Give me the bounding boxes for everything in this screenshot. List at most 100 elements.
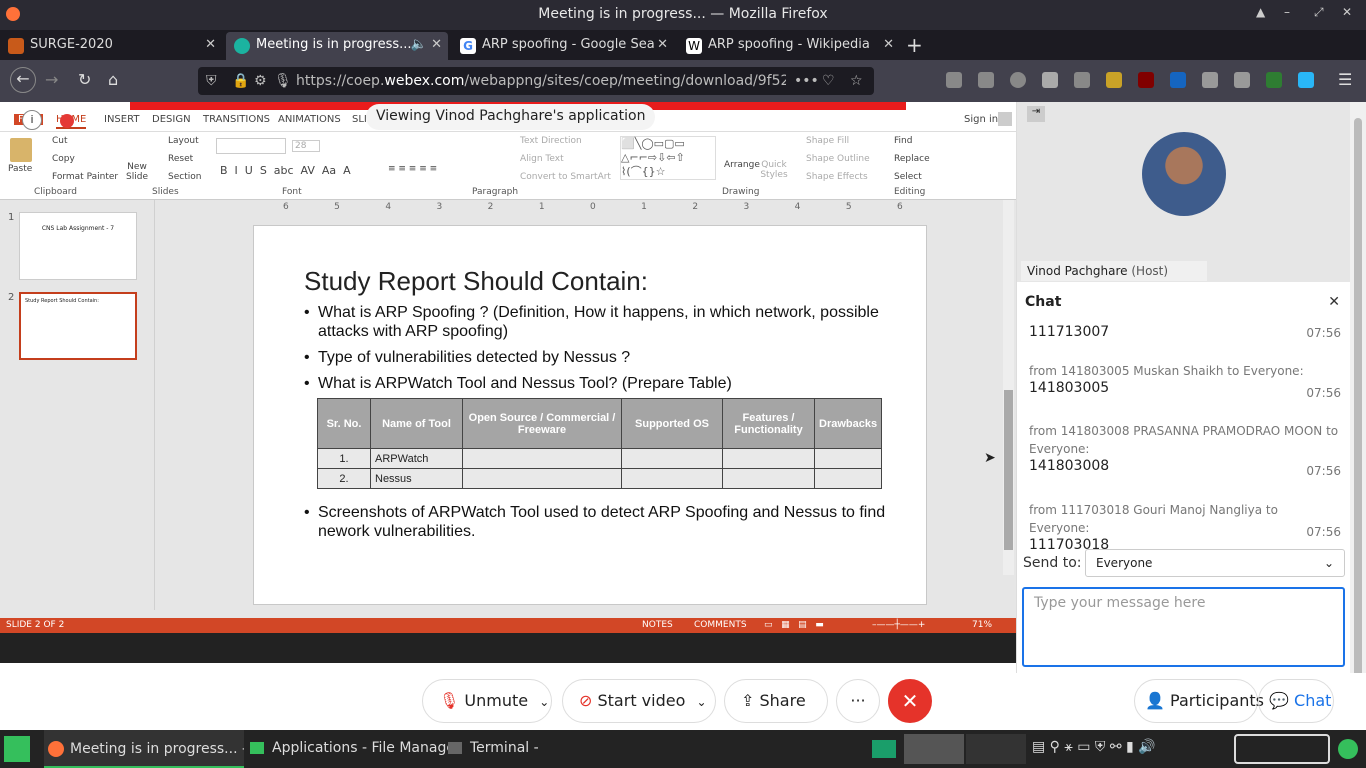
format-painter-button[interactable]: Format Painter — [52, 172, 118, 182]
workspace-3-icon[interactable] — [966, 734, 1026, 764]
paste-button[interactable]: Paste — [8, 164, 32, 174]
leave-meeting-button[interactable]: ✕ — [888, 679, 932, 723]
text-direction-button[interactable]: Text Direction — [520, 136, 582, 146]
select-button[interactable]: Select — [894, 172, 922, 182]
copy-button[interactable]: Copy — [52, 154, 75, 164]
permissions-icon[interactable]: ⚙ — [254, 67, 267, 95]
slide-thumbnail-2[interactable]: Study Report Should Contain: — [19, 292, 137, 360]
arrange-button[interactable]: Arrange — [724, 160, 760, 170]
skype-icon[interactable] — [1074, 72, 1090, 88]
shape-outline-button[interactable]: Shape Outline — [806, 154, 870, 164]
font-style-buttons[interactable]: B I U S abc AV Aa A — [220, 164, 351, 177]
participants-button[interactable]: 👤 Participants — [1134, 679, 1264, 723]
more-options-button[interactable]: ··· — [836, 679, 880, 723]
chevron-down-icon[interactable]: ⌄ — [539, 695, 549, 709]
section-button[interactable]: Section — [168, 172, 201, 182]
close-tab-icon[interactable]: ✕ — [205, 32, 216, 58]
cut-button[interactable]: Cut — [52, 136, 68, 146]
lock-icon[interactable]: 🔒 — [232, 67, 249, 95]
trash-icon[interactable] — [1202, 72, 1218, 88]
s-extension-icon[interactable] — [1170, 72, 1186, 88]
taskbar-item-firefox[interactable]: Meeting is in progress... - ... — [44, 730, 244, 768]
home-icon[interactable]: ⌂ — [108, 70, 118, 89]
close-tab-icon[interactable]: ✕ — [657, 32, 668, 58]
slide-thumbnail-1[interactable]: CNS Lab Assignment - 7 — [19, 212, 137, 280]
notes-button[interactable]: NOTES — [642, 620, 673, 630]
window-minimize-button[interactable]: – — [1284, 5, 1290, 19]
power-icon[interactable] — [1338, 739, 1358, 759]
pocket-icon[interactable]: ♡ — [822, 67, 835, 95]
send-to-select[interactable]: Everyone ⌄ — [1085, 549, 1345, 577]
collapse-icon[interactable]: ⇥ — [1027, 106, 1045, 122]
tab-insert[interactable]: INSERT — [104, 114, 139, 125]
font-size-box[interactable]: 28 — [292, 140, 320, 152]
zoom-slider[interactable]: –——┼——+ — [872, 620, 925, 630]
tab-google[interactable]: G ARP spoofing - Google Sea ✕ — [452, 32, 674, 60]
menu-icon[interactable]: ☰ — [1338, 70, 1352, 89]
reload-icon[interactable]: ↻ — [78, 70, 91, 89]
page-scrollbar[interactable] — [1350, 102, 1366, 730]
forward-icon[interactable]: → — [45, 70, 58, 89]
reset-button[interactable]: Reset — [168, 154, 193, 164]
account-icon[interactable] — [1010, 72, 1026, 88]
bookmark-star-icon[interactable]: ☆ — [850, 67, 863, 95]
paste-icon[interactable] — [10, 138, 32, 162]
paragraph-align-buttons[interactable]: ≡ ≡ ≡ ≡ ≡ — [388, 164, 437, 174]
close-tab-icon[interactable]: ✕ — [883, 32, 894, 58]
url-bar[interactable]: ⛨ 🔒 ⚙ 🎙 https://coep.webex.com/webappng/… — [198, 67, 874, 95]
taskbar-item-file-manager[interactable]: Applications - File Manager — [250, 740, 461, 756]
crop-icon[interactable] — [1234, 72, 1250, 88]
convert-smartart-button[interactable]: Convert to SmartArt — [520, 172, 611, 182]
url-text[interactable]: https://coep.webex.com/webappng/sites/co… — [296, 67, 786, 95]
workspace-1-icon[interactable] — [872, 740, 896, 758]
slide-scrollbar[interactable] — [1003, 200, 1014, 575]
scroll-thumb[interactable] — [1354, 118, 1362, 698]
shape-fill-button[interactable]: Shape Fill — [806, 136, 849, 146]
view-buttons[interactable]: ▭ ▦ ▤ ▬ — [764, 620, 824, 630]
comments-button[interactable]: COMMENTS — [694, 620, 747, 630]
close-icon[interactable]: ✕ — [1328, 294, 1340, 310]
window-close-button[interactable]: ✕ — [1342, 5, 1352, 19]
signin-link[interactable]: Sign in — [964, 114, 998, 125]
chevron-down-icon[interactable]: ⌄ — [696, 695, 706, 709]
workspace-2-icon[interactable] — [904, 734, 964, 764]
tab-animations[interactable]: ANIMATIONS — [278, 114, 341, 125]
window-maximize-button[interactable]: ⤢ — [1314, 5, 1324, 20]
quick-styles-button[interactable]: Quick Styles — [760, 160, 788, 180]
shapes-gallery[interactable]: ⬜╲◯▭▢▭ △⌐⌐⇨⇩⇦⇧ ⌇(⌒{}☆ — [620, 136, 716, 180]
back-icon[interactable]: ← — [10, 67, 36, 93]
replace-button[interactable]: Replace — [894, 154, 930, 164]
shield-icon[interactable]: ⛨ — [206, 67, 217, 95]
chat-message-input[interactable]: Type your message here — [1022, 587, 1345, 667]
taskbar-item-terminal[interactable]: Terminal - — [448, 740, 539, 756]
scroll-thumb[interactable] — [1004, 390, 1013, 550]
align-text-button[interactable]: Align Text — [520, 154, 564, 164]
info-icon[interactable]: i — [22, 110, 42, 130]
pen-extension-icon[interactable] — [1106, 72, 1122, 88]
microphone-icon[interactable]: 🎙 — [274, 67, 292, 95]
extensions-icon[interactable] — [1042, 72, 1058, 88]
find-button[interactable]: Find — [894, 136, 912, 146]
close-tab-icon[interactable]: 🔈 ✕ — [411, 32, 442, 58]
ublock-icon[interactable] — [1138, 72, 1154, 88]
window-up-icon[interactable]: ▲ — [1256, 5, 1265, 19]
font-name-box[interactable] — [216, 138, 286, 154]
tab-design[interactable]: DESIGN — [152, 114, 191, 125]
layout-button[interactable]: Layout — [168, 136, 199, 146]
library-icon[interactable] — [946, 72, 962, 88]
shape-effects-button[interactable]: Shape Effects — [806, 172, 868, 182]
start-menu-icon[interactable] — [4, 736, 30, 762]
tray-icons[interactable]: ▤ ⚲ ⚹ ▭ ⛨ ⚯ ▮ 🔊 — [1032, 739, 1156, 755]
new-tab-icon[interactable]: + — [906, 33, 923, 57]
tab-transitions[interactable]: TRANSITIONS — [203, 114, 270, 125]
tab-wikipedia[interactable]: W ARP spoofing - Wikipedia ✕ — [678, 32, 900, 60]
slide-canvas[interactable]: Study Report Should Contain: • What is AR… — [253, 225, 927, 605]
tab-meeting[interactable]: Meeting is in progress... 🔈 ✕ — [226, 32, 448, 60]
share-button[interactable]: ⇪ Share — [724, 679, 828, 723]
tab-extension-icon[interactable] — [1298, 72, 1314, 88]
page-actions-icon[interactable]: ••• — [794, 67, 819, 95]
tab-surge[interactable]: SURGE-2020 ✕ — [0, 32, 222, 60]
chat-button[interactable]: 💬 Chat — [1258, 679, 1334, 723]
unmute-button[interactable]: 🎙 Unmute ⌄ — [422, 679, 552, 723]
start-video-button[interactable]: ⊘ Start video ⌄ — [562, 679, 716, 723]
